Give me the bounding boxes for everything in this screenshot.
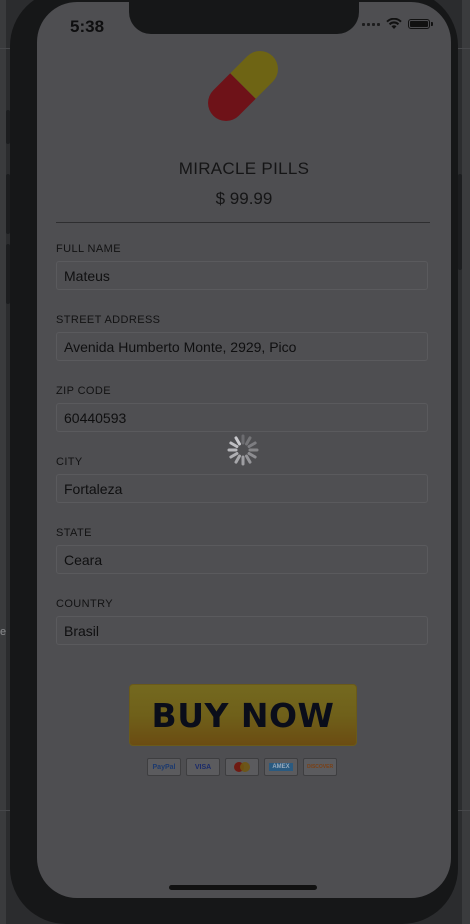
zip-code-field[interactable]: 60440593: [56, 403, 428, 432]
state-label: STATE: [56, 527, 92, 539]
loading-spinner-icon: [227, 434, 259, 466]
battery-icon: [408, 19, 430, 29]
spinner-tick: [245, 436, 252, 446]
battery-tip: [431, 22, 433, 26]
zip-code-label: ZIP CODE: [56, 385, 111, 397]
iphone-frame: 5:38 MIRACLE PILLS $ 99.99 FULL NAME Mat…: [6, 0, 462, 924]
street-address-value: Avenida Humberto Monte, 2929, Pico: [64, 339, 297, 355]
home-indicator[interactable]: [169, 885, 317, 890]
city-field[interactable]: Fortaleza: [56, 474, 428, 503]
state-field[interactable]: Ceara: [56, 545, 428, 574]
app-screen: 5:38 MIRACLE PILLS $ 99.99 FULL NAME Mat…: [37, 2, 451, 898]
discover-icon: DISCOVER: [303, 758, 337, 776]
discover-label: DISCOVER: [306, 764, 334, 770]
background-text: e: [0, 626, 7, 638]
paypal-label: PayPal: [152, 763, 176, 771]
spinner-tick: [245, 454, 252, 464]
buy-now-button[interactable]: BUY NOW: [129, 684, 357, 746]
full-name-field[interactable]: Mateus: [56, 261, 428, 290]
spinner-tick: [247, 452, 257, 459]
spinner-tick: [247, 441, 257, 448]
street-address-field[interactable]: Avenida Humberto Monte, 2929, Pico: [56, 332, 428, 361]
mute-switch: [6, 110, 10, 144]
product-price: $ 99.99: [215, 189, 273, 208]
section-divider: [56, 222, 430, 223]
street-address-label: STREET ADDRESS: [56, 314, 161, 326]
power-button: [458, 174, 462, 270]
buy-now-label: BUY NOW: [151, 695, 335, 735]
state-value: Ceara: [64, 552, 103, 568]
city-value: Fortaleza: [64, 481, 123, 497]
visa-icon: VISA: [186, 758, 220, 776]
spinner-tick: [229, 452, 239, 459]
payment-methods: PayPal VISA AMEX DISCOVER: [147, 758, 337, 776]
product-name: MIRACLE PILLS: [178, 159, 310, 178]
mastercard-circles: [234, 762, 250, 772]
background-right-panel: [462, 0, 470, 924]
country-label: COUNTRY: [56, 598, 113, 610]
mastercard-icon: [225, 758, 259, 776]
visa-label: VISA: [194, 763, 212, 771]
wifi-icon: [386, 18, 402, 29]
full-name-value: Mateus: [64, 268, 110, 284]
zip-code-value: 60440593: [64, 410, 127, 426]
pill-icon: [200, 43, 286, 129]
notch: [129, 2, 359, 34]
volume-up-button: [6, 174, 10, 234]
amex-icon: AMEX: [264, 758, 298, 776]
amex-label: AMEX: [269, 763, 293, 771]
country-value: Brasil: [64, 623, 100, 639]
cellular-signal-icon: [362, 22, 380, 26]
status-icons: [362, 18, 433, 30]
spinner-tick: [229, 441, 239, 448]
status-time: 5:38: [70, 17, 105, 36]
spinner-tick: [234, 436, 241, 446]
full-name-label: FULL NAME: [56, 243, 121, 255]
city-label: CITY: [56, 456, 83, 468]
paypal-icon: PayPal: [147, 758, 181, 776]
volume-down-button: [6, 244, 10, 304]
spinner-tick: [234, 454, 241, 464]
country-field[interactable]: Brasil: [56, 616, 428, 645]
